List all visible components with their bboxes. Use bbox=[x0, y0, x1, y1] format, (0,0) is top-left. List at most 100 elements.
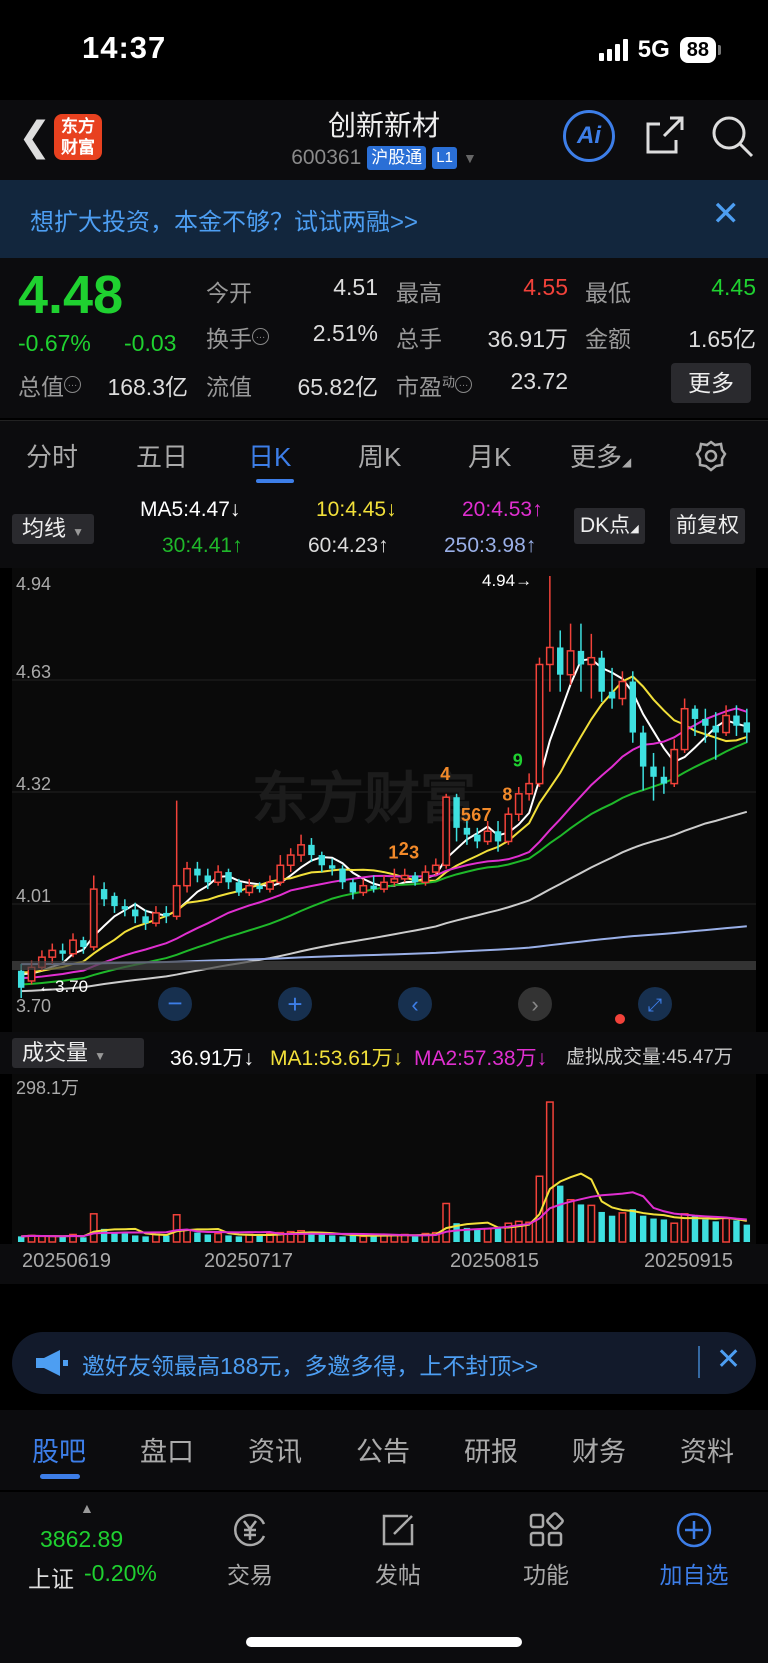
volume-bar bbox=[318, 1234, 326, 1242]
volume-current: 36.91万↓ bbox=[170, 1047, 255, 1070]
info-icon[interactable]: … bbox=[252, 328, 269, 346]
candle-body bbox=[204, 875, 211, 883]
adjust-button[interactable]: 前复权 bbox=[670, 508, 745, 544]
ai-button[interactable]: Ai bbox=[563, 110, 615, 162]
volume-bar bbox=[194, 1232, 201, 1242]
info-icon[interactable]: … bbox=[455, 376, 473, 394]
candle-body bbox=[328, 865, 336, 869]
tab-profile[interactable]: 资料 bbox=[680, 1430, 734, 1469]
candle-body bbox=[400, 874, 409, 880]
dk-point-button[interactable]: DK点◢ bbox=[574, 508, 645, 544]
tab-five-day[interactable]: 五日 bbox=[136, 437, 188, 474]
tab-weekly-k[interactable]: 周K bbox=[358, 437, 401, 474]
search-icon[interactable] bbox=[708, 112, 756, 160]
tab-guba[interactable]: 股吧 bbox=[32, 1430, 86, 1469]
more-button[interactable]: 更多 bbox=[671, 363, 751, 403]
volume-header: 成交量 ▼ 36.91万↓ MA1:53.61万↓ MA2:57.38万↓ 虚拟… bbox=[0, 1032, 768, 1074]
volume-bar bbox=[608, 1215, 616, 1242]
candle-body bbox=[577, 650, 585, 665]
volume-bar bbox=[80, 1237, 87, 1242]
candle-body bbox=[318, 855, 326, 866]
volume-bar bbox=[204, 1234, 211, 1242]
volume-bar bbox=[722, 1217, 731, 1243]
status-bar: 14:37 5G 88 bbox=[0, 0, 768, 100]
share-icon[interactable] bbox=[640, 112, 688, 160]
candle-body bbox=[514, 793, 523, 815]
tab-monthly-k[interactable]: 月K bbox=[468, 437, 511, 474]
ma30-label: 30:4.41↑ bbox=[162, 534, 243, 557]
volume-ma-line bbox=[21, 1172, 747, 1238]
candle-body bbox=[743, 722, 751, 733]
volume-bar bbox=[183, 1229, 192, 1243]
float-value: 65.82亿 bbox=[297, 374, 378, 400]
candle-body bbox=[483, 830, 492, 843]
tab-research[interactable]: 研报 bbox=[464, 1430, 518, 1469]
tab-announcements[interactable]: 公告 bbox=[356, 1430, 410, 1469]
volume-value: 36.91万 bbox=[487, 326, 568, 352]
settings-gear-icon[interactable] bbox=[694, 439, 728, 473]
level-tag: L1 bbox=[432, 147, 457, 169]
trade-button[interactable]: 交易 bbox=[220, 1510, 280, 1590]
volume-bar bbox=[163, 1235, 170, 1242]
candle-body bbox=[557, 647, 564, 675]
kline-chart[interactable]: 东方财富 4.94 4.63 4.32 4.01 3.70 4.94→ ←3.7… bbox=[12, 568, 756, 1032]
ma250-label: 250:3.98↑ bbox=[444, 534, 537, 557]
volume-bar bbox=[339, 1236, 346, 1242]
status-icons: 5G 88 bbox=[598, 36, 722, 64]
close-icon[interactable]: ✕ bbox=[716, 1342, 741, 1377]
index-name[interactable]: 上证 bbox=[28, 1560, 74, 1594]
candle-body bbox=[639, 732, 647, 767]
scroll-bar[interactable] bbox=[12, 961, 756, 970]
candle-body bbox=[670, 748, 679, 785]
candle-body bbox=[566, 650, 575, 676]
low-value: 4.45 bbox=[711, 274, 756, 300]
candle-body bbox=[80, 940, 87, 947]
volume-indicator-select[interactable]: 成交量 ▼ bbox=[12, 1038, 144, 1068]
tab-pankou[interactable]: 盘口 bbox=[140, 1430, 194, 1469]
y-tick-0: 4.94 bbox=[16, 574, 51, 594]
period-tabs: 分时 五日 日K 周K 月K 更多◢ bbox=[0, 420, 768, 489]
td-marker: 9 bbox=[513, 751, 523, 771]
volume-bar bbox=[577, 1204, 585, 1242]
stock-code: 600361 bbox=[291, 146, 362, 169]
close-icon[interactable]: ✕ bbox=[712, 194, 741, 234]
volume-bar bbox=[89, 1213, 98, 1243]
tab-intraday[interactable]: 分时 bbox=[26, 437, 78, 474]
megaphone-icon bbox=[36, 1350, 68, 1376]
grid-icon bbox=[529, 1512, 564, 1547]
candle-body bbox=[421, 871, 430, 884]
turnover-label: 换手… bbox=[206, 320, 269, 354]
candle-body bbox=[142, 916, 149, 924]
indicator-select[interactable]: 均线 ▼ bbox=[12, 514, 95, 544]
volume-max-label: 298.1万 bbox=[16, 1078, 79, 1098]
index-value[interactable]: 3862.89 bbox=[40, 1526, 123, 1553]
add-watchlist-button[interactable]: 加自选 bbox=[654, 1510, 734, 1590]
td-marker: 8 bbox=[502, 785, 512, 805]
post-button[interactable]: 发帖 bbox=[368, 1510, 428, 1590]
index-change[interactable]: -0.20% bbox=[84, 1560, 157, 1587]
tab-finance[interactable]: 财务 bbox=[572, 1430, 626, 1469]
promo-text[interactable]: 想扩大投资，本金不够？试试两融>> bbox=[30, 202, 418, 237]
candle-body bbox=[494, 831, 502, 842]
network-label: 5G bbox=[637, 36, 670, 63]
candle-body bbox=[442, 796, 451, 867]
info-icon[interactable]: … bbox=[64, 376, 81, 394]
invite-text[interactable]: 邀好友领最高188元，多邀多得，上不封顶>> bbox=[82, 1347, 538, 1381]
td-marker: 4 bbox=[440, 764, 450, 784]
tab-news[interactable]: 资讯 bbox=[248, 1430, 302, 1469]
volume-chart[interactable]: 298.1万 bbox=[12, 1074, 756, 1244]
volume-bar bbox=[712, 1221, 719, 1242]
tab-daily-k[interactable]: 日K bbox=[248, 437, 291, 474]
tab-more[interactable]: 更多◢ bbox=[570, 437, 631, 474]
low-marker: ←3.70 bbox=[38, 977, 88, 996]
invite-banner[interactable]: 邀好友领最高188元，多邀多得，上不封顶>> ✕ bbox=[12, 1332, 756, 1394]
y-tick-1: 4.63 bbox=[16, 662, 51, 682]
candle-body bbox=[48, 949, 57, 958]
margin-promo-banner[interactable]: 想扩大投资，本金不够？试试两融>> ✕ bbox=[0, 180, 768, 258]
ma250-line bbox=[21, 925, 747, 966]
candle-body bbox=[256, 885, 263, 890]
volume-bar bbox=[702, 1219, 709, 1242]
volume-bar bbox=[660, 1219, 668, 1242]
battery-icon: 88 bbox=[679, 37, 722, 63]
function-button[interactable]: 功能 bbox=[516, 1510, 576, 1590]
